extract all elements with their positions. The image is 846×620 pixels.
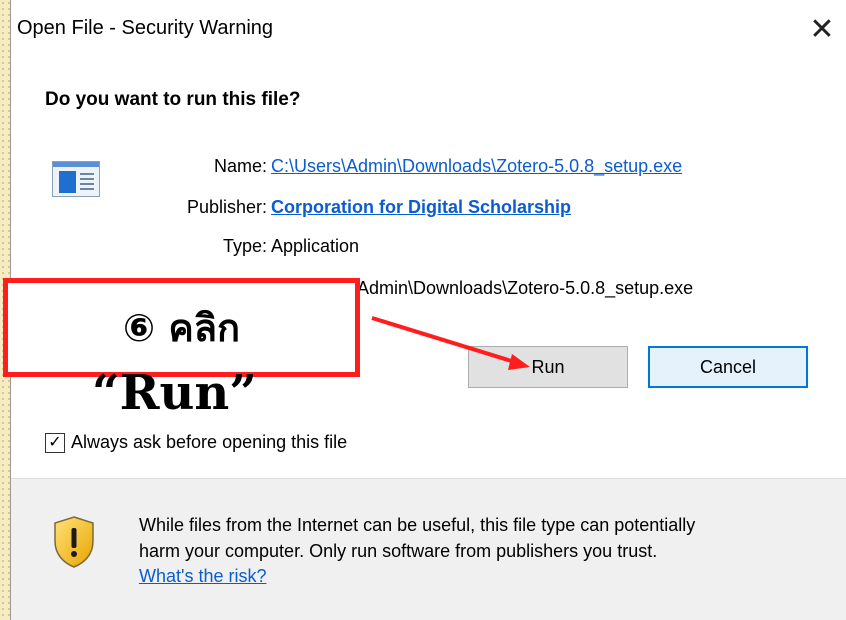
- name-label: Name:: [213, 156, 267, 176]
- cancel-button[interactable]: Cancel: [648, 346, 808, 388]
- warning-text: While files from the Internet can be use…: [139, 512, 839, 564]
- checkmark-icon: ✓: [48, 433, 62, 451]
- always-ask-label: Always ask before opening this file: [71, 432, 348, 452]
- whats-the-risk-link[interactable]: What's the risk?: [139, 566, 266, 587]
- shield-warning-icon: [54, 516, 94, 568]
- title-bar: Open File - Security Warning ✕: [11, 0, 846, 58]
- step-callout-box: ⑥ คลิก: [3, 278, 360, 377]
- close-button[interactable]: ✕: [797, 6, 846, 52]
- dialog-title: Open File - Security Warning: [17, 17, 274, 39]
- publisher-label: Publisher:: [186, 197, 267, 217]
- warning-footer: While files from the Internet can be use…: [11, 479, 846, 620]
- step-callout-text: ⑥ คลิก: [122, 306, 241, 350]
- run-button[interactable]: Run: [468, 346, 628, 388]
- run-question: Do you want to run this file?: [45, 89, 301, 110]
- type-value: Application: [271, 236, 360, 256]
- warning-line-1: While files from the Internet can be use…: [139, 515, 696, 535]
- file-path-link[interactable]: C:\Users\Admin\Downloads\Zotero-5.0.8_se…: [271, 156, 682, 177]
- type-label: Type:: [222, 236, 267, 256]
- publisher-link[interactable]: Corporation for Digital Scholarship: [271, 197, 571, 218]
- close-icon: ✕: [809, 12, 835, 46]
- run-quote-label: “Run”: [92, 365, 257, 421]
- from-value: Admin\Downloads\Zotero-5.0.8_setup.exe: [357, 278, 694, 298]
- application-window-icon: [52, 161, 100, 197]
- warning-line-2: harm your computer. Only run software fr…: [139, 541, 658, 561]
- always-ask-checkbox[interactable]: ✓: [45, 432, 65, 453]
- always-ask-checkbox-row[interactable]: ✓ Always ask before opening this file: [45, 432, 347, 453]
